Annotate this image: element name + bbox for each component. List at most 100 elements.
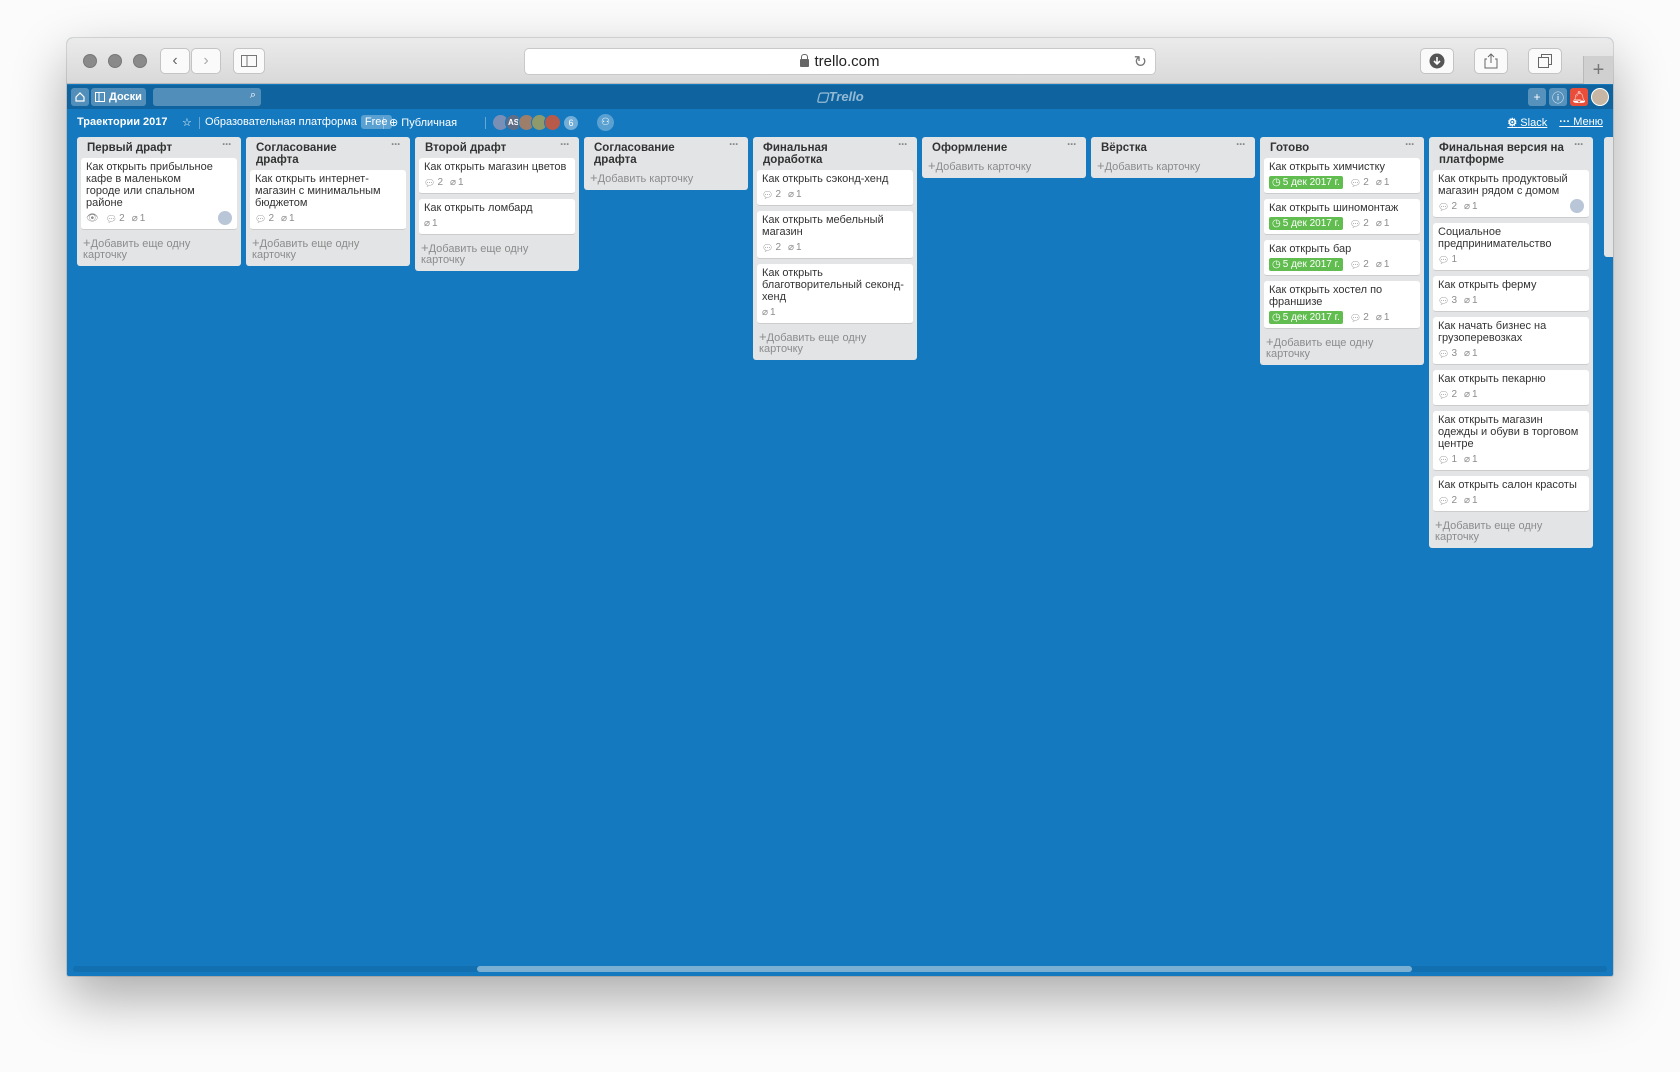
paperclip-icon: ⌀ — [1464, 294, 1471, 306]
list-menu-icon[interactable]: ··· — [1405, 138, 1415, 150]
list-header[interactable]: Согласование драфта ··· — [250, 137, 406, 170]
tabs-overview-button[interactable] — [1528, 48, 1562, 74]
card[interactable]: Как открыть химчистку ◷ 5 дек 2017 г. 💬︎ 2 ⌀ 1 — [1264, 158, 1420, 194]
list-header[interactable]: Финальная версия на платформе ··· — [1433, 137, 1589, 170]
members-count[interactable]: 6 — [564, 116, 578, 130]
close-window-button[interactable] — [83, 54, 97, 68]
new-tab-button[interactable]: + — [1583, 56, 1613, 84]
add-card-label: Добавить еще одну карточку — [252, 238, 360, 261]
list-partial[interactable] — [1604, 137, 1613, 257]
add-card-button[interactable]: +Добавить карточку — [588, 170, 744, 186]
add-card-button[interactable]: +Добавить карточку — [1095, 158, 1251, 174]
card[interactable]: Как открыть магазин цветов 💬︎ 2 ⌀ 1 — [419, 158, 575, 194]
list-menu-icon[interactable]: ··· — [898, 138, 908, 150]
list-header[interactable]: Оформление ··· — [926, 137, 1082, 158]
card[interactable]: Как открыть шиномонтаж ◷ 5 дек 2017 г. 💬︎ 2 ⌀… — [1264, 199, 1420, 235]
search-input[interactable]: ⌕ — [153, 88, 261, 106]
due-date-badge[interactable]: ◷ 5 дек 2017 г. — [1269, 217, 1343, 230]
sidebar-toggle-button[interactable] — [233, 48, 265, 74]
card-title: Как открыть интернет-магазин с минимальн… — [255, 173, 381, 209]
plus-icon: + — [1097, 158, 1105, 173]
list-header[interactable]: Вёрстка ··· — [1095, 137, 1251, 158]
attachments-badge: ⌀ 1 — [1464, 495, 1478, 507]
menu-button[interactable]: ··· Меню — [1559, 116, 1603, 129]
list-header[interactable]: Первый драфт ··· — [81, 137, 237, 158]
list-menu-icon[interactable]: ··· — [1574, 138, 1584, 150]
comments-count: 2 — [1363, 258, 1369, 270]
card[interactable]: Как открыть сэконд-хенд 💬︎ 2 ⌀ 1 — [757, 170, 913, 206]
card[interactable]: Как открыть продуктовый магазин рядом с … — [1433, 170, 1589, 218]
list-menu-icon[interactable]: ··· — [391, 138, 401, 150]
add-member-button[interactable]: ⚇ — [597, 114, 614, 131]
list-header[interactable]: Финальная доработка ··· — [757, 137, 913, 170]
card-member-avatar[interactable] — [1569, 198, 1585, 214]
card[interactable]: Как открыть пекарню 💬︎ 2 ⌀ 1 — [1433, 370, 1589, 406]
slack-button[interactable]: ⚙ Slack — [1507, 116, 1547, 129]
card[interactable]: Как открыть прибыльное кафе в маленьком … — [81, 158, 237, 230]
card[interactable]: Как открыть мебельный магазин 💬︎ 2 ⌀ 1 — [757, 211, 913, 259]
add-card-button[interactable]: +Добавить еще одну карточку — [81, 235, 237, 262]
home-button[interactable] — [71, 88, 89, 106]
create-button[interactable]: + — [1528, 88, 1546, 106]
forward-button[interactable]: › — [191, 48, 221, 74]
due-date-badge[interactable]: ◷ 5 дек 2017 г. — [1269, 176, 1343, 189]
minimize-window-button[interactable] — [108, 54, 122, 68]
card[interactable]: Как открыть салон красоты 💬︎ 2 ⌀ 1 — [1433, 476, 1589, 512]
card[interactable]: Как открыть благотворительный секонд-хен… — [757, 264, 913, 324]
visibility-button[interactable]: ⊕ Публичная — [389, 116, 457, 129]
star-icon[interactable]: ☆ — [182, 116, 192, 129]
list-header[interactable]: Согласование драфта ··· — [588, 137, 744, 170]
card[interactable]: Как открыть интернет-магазин с минимальн… — [250, 170, 406, 230]
card[interactable]: Как открыть ферму 💬︎ 3 ⌀ 1 — [1433, 276, 1589, 312]
card[interactable]: Как открыть ломбард ⌀ 1 — [419, 199, 575, 235]
list-menu-icon[interactable]: ··· — [560, 138, 570, 150]
list-menu-icon[interactable]: ··· — [222, 138, 232, 150]
boards-button[interactable]: Доски — [91, 88, 146, 106]
card[interactable]: Как начать бизнес на грузоперевозках 💬︎ 3 ⌀… — [1433, 317, 1589, 365]
card[interactable]: Как открыть хостел по франшизе ◷ 5 дек 201… — [1264, 281, 1420, 329]
paperclip-icon: ⌀ — [450, 176, 457, 188]
list-menu-icon[interactable]: ··· — [729, 138, 739, 150]
list-menu-icon[interactable]: ··· — [1067, 138, 1077, 150]
add-card-button[interactable]: +Добавить карточку — [926, 158, 1082, 174]
info-button[interactable]: ⓘ — [1549, 88, 1567, 106]
card[interactable]: Социальное предпринимательство 💬︎ 1 — [1433, 223, 1589, 271]
back-button[interactable]: ‹ — [160, 48, 190, 74]
team-button[interactable]: Образовательная платформа Free — [205, 115, 392, 129]
comments-count: 2 — [1363, 217, 1369, 229]
add-card-button[interactable]: +Добавить еще одну карточку — [419, 240, 575, 267]
attachments-badge: ⌀ 1 — [1376, 218, 1390, 230]
share-button[interactable] — [1474, 48, 1508, 74]
comment-icon: 💬︎ — [1438, 389, 1450, 400]
add-card-button[interactable]: +Добавить еще одну карточку — [1433, 517, 1589, 544]
card-title: Как открыть магазин цветов — [424, 161, 567, 173]
paperclip-icon: ⌀ — [1375, 311, 1382, 323]
horizontal-scrollbar[interactable] — [477, 966, 1412, 972]
member-avatar[interactable] — [544, 114, 561, 131]
downloads-button[interactable] — [1420, 48, 1454, 74]
zoom-window-button[interactable] — [133, 54, 147, 68]
trello-logo[interactable]: ▢Trello — [816, 89, 863, 105]
card[interactable]: Как открыть магазин одежды и обуви в тор… — [1433, 411, 1589, 471]
add-card-button[interactable]: +Добавить еще одну карточку — [1264, 334, 1420, 361]
list-header[interactable]: Готово ··· — [1264, 137, 1420, 158]
add-card-label: Добавить карточку — [935, 161, 1032, 173]
reload-icon[interactable]: ↻ — [1134, 52, 1147, 72]
board-members[interactable]: AS 6 — [492, 114, 578, 131]
list-menu-icon[interactable]: ··· — [1236, 138, 1246, 150]
list-title: Вёрстка — [1101, 142, 1147, 154]
notifications-button[interactable]: 🔔︎ — [1570, 88, 1588, 106]
list-header[interactable]: Второй драфт ··· — [419, 137, 575, 158]
comments-count: 2 — [119, 212, 125, 224]
board-title[interactable]: Траектории 2017 — [77, 116, 168, 128]
user-avatar[interactable] — [1591, 88, 1609, 106]
add-card-button[interactable]: +Добавить еще одну карточку — [250, 235, 406, 262]
attachments-badge: ⌀ 1 — [1376, 177, 1390, 189]
attachments-badge: ⌀ 1 — [132, 213, 146, 225]
due-date-badge[interactable]: ◷ 5 дек 2017 г. — [1269, 258, 1343, 271]
due-date-badge[interactable]: ◷ 5 дек 2017 г. — [1269, 311, 1343, 324]
address-bar[interactable]: trello.com ↻ — [524, 48, 1156, 75]
card-member-avatar[interactable] — [217, 210, 233, 226]
card[interactable]: Как открыть бар ◷ 5 дек 2017 г. 💬︎ 2 ⌀ 1 — [1264, 240, 1420, 276]
add-card-button[interactable]: +Добавить еще одну карточку — [757, 329, 913, 356]
